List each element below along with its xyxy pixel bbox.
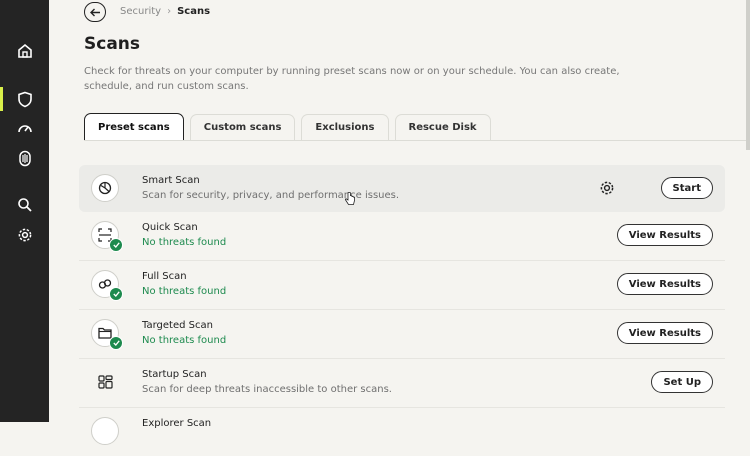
tab-bar: Preset scans Custom scans Exclusions Res… [84,113,491,141]
smart-scan-icon [91,174,119,202]
scan-row-startup[interactable]: Startup Scan Scan for deep threats inacc… [79,359,725,408]
scan-subtitle: Scan for deep threats inaccessible to ot… [142,384,392,395]
sidebar-item-search[interactable] [0,190,49,220]
mouse-cursor-icon [345,192,355,205]
check-icon [109,336,123,350]
scan-name: Explorer Scan [142,418,212,429]
scan-status: No threats found [142,335,227,346]
sidebar-item-performance[interactable] [0,114,49,144]
breadcrumb: Security › Scans [120,6,210,17]
scan-row-quick[interactable]: Quick Scan No threats found View Results [79,212,725,261]
scan-name: Quick Scan [142,222,198,233]
sidebar-item-home[interactable] [0,36,49,66]
startup-scan-icon [91,368,119,396]
check-icon [109,287,123,301]
scan-row-smart[interactable]: Smart Scan Scan for security, privacy, a… [79,165,725,212]
sidebar-item-privacy[interactable] [0,143,49,173]
scan-subtitle: Scan for security, privacy, and performa… [142,190,400,201]
scan-name: Smart Scan [142,175,200,186]
gear-icon [18,228,31,242]
tab-rescue-disk[interactable]: Rescue Disk [394,114,491,140]
set-up-button[interactable]: Set Up [651,371,713,393]
scan-name: Startup Scan [142,369,207,380]
scan-status: No threats found [142,286,227,297]
search-icon [17,198,32,212]
sidebar-item-security[interactable] [0,84,49,114]
arrow-left-icon [89,8,100,16]
view-results-button[interactable]: View Results [616,322,713,344]
check-icon [109,238,123,252]
sidebar-item-settings[interactable] [0,220,49,250]
fingerprint-icon [18,150,31,166]
breadcrumb-parent[interactable]: Security [120,6,161,17]
scan-row-explorer[interactable]: Explorer Scan [79,408,725,456]
tab-exclusions[interactable]: Exclusions [301,114,389,140]
breadcrumb-separator: › [167,6,172,17]
home-icon [17,43,32,58]
explorer-scan-icon [91,417,119,445]
shield-icon [17,91,32,107]
scan-name: Full Scan [142,271,187,282]
scan-row-targeted[interactable]: Targeted Scan No threats found View Resu… [79,310,725,359]
scan-settings-gear-icon[interactable] [599,180,615,196]
gauge-icon [17,125,32,133]
back-button[interactable] [84,2,106,22]
tab-preset-scans[interactable]: Preset scans [84,113,184,141]
page-title: Scans [84,34,141,54]
tabs-divider [84,140,750,141]
view-results-button[interactable]: View Results [616,224,713,246]
main-content: Security › Scans Scans Check for threats o… [49,0,750,445]
scan-status: No threats found [142,237,227,248]
tab-custom-scans[interactable]: Custom scans [189,114,296,140]
page-description: Check for threats on your computer by ru… [84,66,620,92]
view-results-button[interactable]: View Results [616,273,713,295]
scan-name: Targeted Scan [142,320,213,331]
breadcrumb-current: Scans [177,6,211,17]
scrollbar[interactable] [746,0,750,150]
scan-row-full[interactable]: Full Scan No threats found View Results [79,261,725,310]
sidebar [0,0,49,422]
scan-list: Smart Scan Scan for security, privacy, a… [79,165,725,456]
start-button[interactable]: Start [660,177,713,199]
